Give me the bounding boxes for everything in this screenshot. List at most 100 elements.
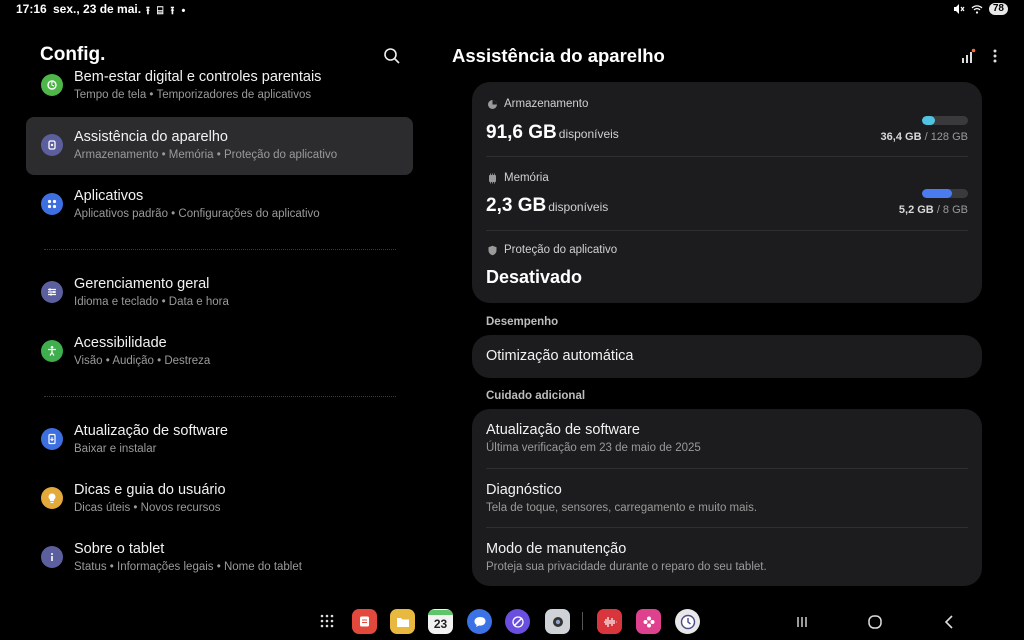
wifi-icon — [971, 5, 983, 14]
menu-item-subtitle: Armazenamento • Memória • Proteção do ap… — [74, 149, 338, 161]
shield-icon — [488, 245, 497, 256]
device-care-icon — [41, 134, 63, 156]
menu-item-tips[interactable]: Dicas e guia do usuário Dicas úteis • No… — [26, 470, 413, 528]
storage-usage-text: 36,4 GB / 128 GB — [880, 131, 968, 143]
memory-usage-fill — [922, 189, 952, 198]
memory-usage-text: 5,2 GB / 8 GB — [898, 204, 968, 216]
item-subtitle: Proteja sua privacidade durante o reparo… — [486, 561, 767, 573]
menu-item-title: Acessibilidade — [74, 335, 167, 351]
notification-icons: ⭱ ⌸ ⭱ • — [146, 5, 188, 17]
menu-item-software-update[interactable]: Atualização de software Baixar e instala… — [26, 411, 413, 469]
app-protection-section[interactable]: Proteção do aplicativo Desativado — [472, 231, 982, 303]
app-protection-status: Desativado — [486, 267, 583, 287]
storage-label: Armazenamento — [504, 98, 589, 110]
menu-item-title: Dicas e guia do usuário — [74, 482, 226, 498]
section-label-performance: Desempenho — [486, 316, 559, 328]
divider — [44, 396, 396, 397]
status-time: 17:16 — [16, 2, 47, 16]
menu-item-title: Bem-estar digital e controles parentais — [74, 70, 322, 85]
menu-item-subtitle: Visão • Audição • Destreza — [74, 355, 211, 367]
menu-item-subtitle: Tempo de tela • Temporizadores de aplica… — [74, 89, 312, 101]
camera-app-icon[interactable] — [545, 609, 570, 634]
item-subtitle: Tela de toque, sensores, carregamento e … — [486, 502, 758, 514]
status-right: 78 — [953, 3, 1008, 15]
menu-item-subtitle: Dicas úteis • Novos recursos — [74, 502, 221, 514]
mute-icon — [953, 4, 965, 14]
maintenance-mode-item[interactable]: Modo de manutenção Proteja sua privacida… — [472, 528, 982, 586]
info-icon — [41, 546, 63, 568]
menu-item-subtitle: Baixar e instalar — [74, 443, 157, 455]
files-app-icon[interactable] — [390, 609, 415, 634]
auto-optimization-item[interactable]: Otimização automática — [472, 335, 982, 378]
menu-item-title: Atualização de software — [74, 423, 228, 439]
storage-section[interactable]: Armazenamento 91,6 GB disponíveis 36,4 GB… — [472, 82, 982, 156]
auto-optimization-label: Otimização automática — [486, 348, 634, 364]
software-update-icon — [41, 428, 63, 450]
wellbeing-icon — [41, 74, 63, 96]
menu-item-general-management[interactable]: Gerenciamento geral Idioma e teclado • D… — [26, 264, 413, 322]
memory-usage-bar — [922, 189, 968, 198]
notes-app-icon[interactable] — [352, 609, 377, 634]
menu-item-title: Aplicativos — [74, 188, 144, 204]
status-bar: 17:16 sex., 23 de mai. ⭱ ⌸ ⭱ • 78 — [0, 0, 1024, 20]
battery-indicator: 78 — [988, 3, 1008, 15]
lightbulb-icon — [41, 487, 63, 509]
section-label-additional-care: Cuidado adicional — [486, 390, 586, 402]
storage-pie-icon — [488, 100, 497, 109]
item-title: Modo de manutenção — [486, 541, 627, 557]
menu-item-title: Gerenciamento geral — [74, 276, 210, 292]
internet-app-icon[interactable] — [505, 609, 530, 634]
app-protection-label: Proteção do aplicativo — [504, 244, 618, 256]
item-title: Atualização de software — [486, 422, 640, 438]
memory-chip-icon — [489, 173, 496, 184]
calendar-app-icon[interactable]: 23 — [428, 609, 453, 634]
recent-apps-icon — [797, 617, 807, 627]
menu-item-subtitle: Aplicativos padrão • Configurações do ap… — [74, 208, 320, 220]
signal-bars-icon[interactable] — [960, 48, 976, 64]
memory-available: 2,3 GB disponíveis — [486, 195, 609, 216]
menu-item-digital-wellbeing[interactable]: Bem-estar digital e controles parentais … — [26, 70, 413, 115]
memory-section[interactable]: Memória 2,3 GB disponíveis 5,2 GB / 8 GB — [472, 157, 982, 230]
more-options-icon[interactable] — [988, 48, 1002, 64]
storage-usage-bar — [922, 116, 968, 125]
taskbar: 23 — [0, 600, 1024, 640]
accessibility-icon — [41, 340, 63, 362]
item-title: Diagnóstico — [486, 482, 562, 498]
back-button[interactable] — [939, 612, 959, 632]
menu-item-device-care[interactable]: Assistência do aparelho Armazenamento • … — [26, 117, 413, 175]
menu-item-subtitle: Idioma e teclado • Data e hora — [74, 296, 229, 308]
search-icon[interactable] — [383, 47, 401, 65]
apps-icon — [41, 193, 63, 215]
software-update-item[interactable]: Atualização de software Última verificaç… — [472, 409, 982, 468]
calendar-day: 23 — [433, 617, 448, 631]
device-status-card: Armazenamento 91,6 GB disponíveis 36,4 GB… — [472, 82, 982, 303]
taskbar-separator — [582, 612, 583, 630]
menu-item-accessibility[interactable]: Acessibilidade Visão • Audição • Destrez… — [26, 323, 413, 381]
divider — [44, 249, 396, 250]
settings-list[interactable]: Bem-estar digital e controles parentais … — [26, 70, 413, 590]
home-icon — [868, 615, 882, 629]
home-button[interactable] — [865, 612, 885, 632]
menu-item-title: Sobre o tablet — [74, 541, 165, 557]
menu-item-title: Assistência do aparelho — [74, 129, 228, 145]
menu-item-about-tablet[interactable]: Sobre o tablet Status • Informações lega… — [26, 529, 413, 587]
voice-recorder-app-icon[interactable] — [597, 609, 622, 634]
additional-care-card: Atualização de software Última verificaç… — [472, 409, 982, 586]
gallery-app-icon[interactable] — [636, 609, 661, 634]
recent-apps-button[interactable] — [792, 612, 812, 632]
settings-title: Config. — [40, 44, 106, 65]
item-subtitle: Última verificação em 23 de maio de 2025 — [486, 442, 701, 454]
app-drawer-icon[interactable] — [320, 614, 334, 628]
memory-label: Memória — [504, 172, 549, 184]
diagnostics-item[interactable]: Diagnóstico Tela de toque, sensores, car… — [472, 469, 982, 527]
page-title: Assistência do aparelho — [452, 45, 665, 66]
storage-available: 91,6 GB disponíveis — [486, 122, 619, 143]
clock-app-icon[interactable] — [675, 609, 700, 634]
menu-item-apps[interactable]: Aplicativos Aplicativos padrão • Configu… — [26, 176, 413, 234]
back-icon — [944, 615, 953, 629]
sliders-icon — [41, 281, 63, 303]
messages-app-icon[interactable] — [467, 609, 492, 634]
status-date: sex., 23 de mai. — [53, 2, 142, 16]
menu-item-subtitle: Status • Informações legais • Nome do ta… — [74, 561, 302, 573]
storage-usage-fill — [922, 116, 936, 125]
